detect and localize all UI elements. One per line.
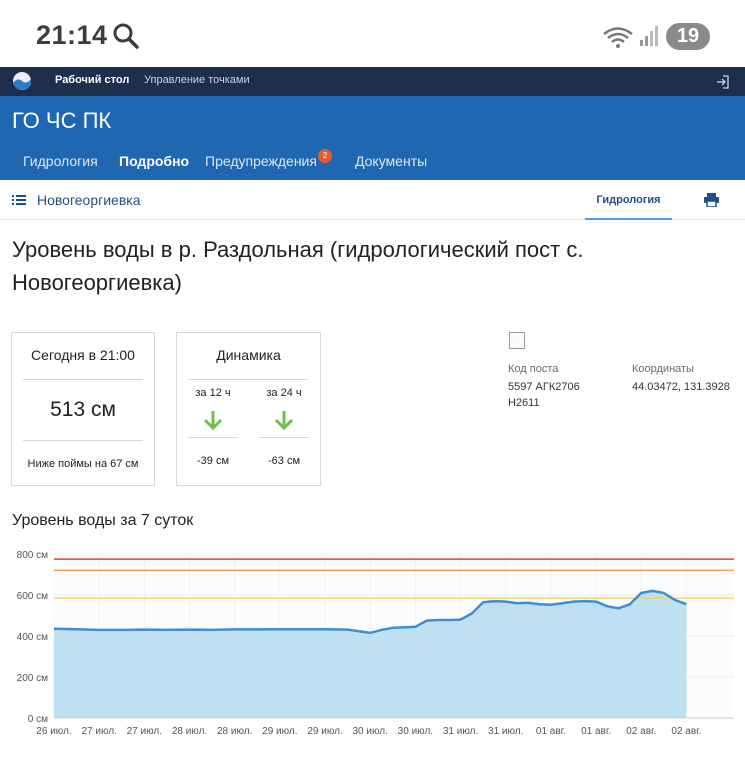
x-tick-label: 28 июл. <box>217 726 252 737</box>
divider <box>23 379 143 380</box>
page-title: Уровень воды в р. Раздольная (гидрологич… <box>12 237 584 295</box>
y-tick-label: 200 см <box>17 673 48 684</box>
y-tick-label: 400 см <box>17 632 48 643</box>
station-bar: Новогеоргиевка Гидрология <box>0 180 745 220</box>
nav-points-link[interactable]: Управление точками <box>144 74 250 86</box>
station-name[interactable]: Новогеоргиевка <box>37 192 141 208</box>
dynamics-heading: Динамика <box>216 347 281 363</box>
divider <box>188 379 308 380</box>
logo-icon[interactable] <box>12 71 32 91</box>
y-tick-label: 800 см <box>17 550 48 561</box>
x-tick-label: 01 авг. <box>581 726 611 737</box>
arrow-down-icon <box>274 411 294 431</box>
tab-warnings[interactable]: Предупреждения <box>205 153 317 169</box>
dynamics-24h-label: за 24 ч <box>266 387 302 399</box>
status-bar: 21:14 19 <box>0 0 745 67</box>
coordinates-label: Координаты <box>632 363 694 375</box>
x-tick-label: 29 июл. <box>307 726 342 737</box>
print-icon[interactable] <box>704 193 719 207</box>
logout-icon[interactable] <box>716 75 730 89</box>
x-tick-label: 02 авг. <box>626 726 656 737</box>
post-code-label: Код поста <box>508 363 559 375</box>
post-code-value: 5597 АГК2706 Н2611 <box>508 379 580 411</box>
signal-icon <box>640 26 658 46</box>
list-icon[interactable] <box>12 194 26 206</box>
current-level-value: 513 см <box>50 398 116 421</box>
x-tick-label: 01 авг. <box>536 726 566 737</box>
battery-indicator: 19 <box>666 23 710 50</box>
dynamics-card: Динамика за 12 ч за 24 ч -39 см -63 см <box>176 332 321 486</box>
arrow-down-icon <box>203 411 223 431</box>
search-icon[interactable] <box>112 22 140 50</box>
x-tick-label: 30 июл. <box>398 726 433 737</box>
x-tick-label: 26 июл. <box>36 726 71 737</box>
top-bar: Рабочий стол Управление точками <box>0 67 745 96</box>
post-code-line2: Н2611 <box>508 397 540 409</box>
dynamics-12h-value: -39 см <box>196 455 230 467</box>
divider <box>259 437 309 438</box>
post-code-line1: 5597 АГК2706 <box>508 381 580 393</box>
divider <box>23 440 143 441</box>
x-tick-label: 28 июл. <box>172 726 207 737</box>
x-tick-label: 31 июл. <box>488 726 523 737</box>
tab-details[interactable]: Подробно <box>119 153 189 169</box>
nav-desktop-link[interactable]: Рабочий стол <box>55 74 129 86</box>
chart-title: Уровень воды за 7 суток <box>12 512 194 529</box>
y-tick-label: 600 см <box>17 591 48 602</box>
x-tick-label: 29 июл. <box>262 726 297 737</box>
today-heading: Сегодня в 21:00 <box>31 347 135 363</box>
app-title: ГО ЧС ПК <box>12 108 112 133</box>
tab-documents[interactable]: Документы <box>355 153 427 169</box>
x-tick-label: 02 авг. <box>671 726 701 737</box>
today-level-card: Сегодня в 21:00 513 см Ниже поймы на 67 … <box>11 332 155 486</box>
broken-image-icon <box>509 332 525 349</box>
app-header: ГО ЧС ПК Гидрология Подробно Предупрежде… <box>0 96 745 180</box>
dynamics-12h-label: за 12 ч <box>195 387 231 399</box>
floodplain-note: Ниже поймы на 67 см <box>27 458 139 470</box>
divider <box>188 437 238 438</box>
tab-hydrology[interactable]: Гидрология <box>23 153 98 169</box>
x-tick-label: 30 июл. <box>353 726 388 737</box>
x-tick-label: 31 июл. <box>443 726 478 737</box>
water-level-chart: 0 см 200 см 400 см 600 см 800 см 26 июл. 27 ию… <box>17 550 734 737</box>
tab-hydrology-active[interactable]: Гидрология <box>585 180 672 220</box>
x-tick-label: 27 июл. <box>81 726 116 737</box>
dynamics-24h-value: -63 см <box>267 455 301 467</box>
status-time: 21:14 <box>36 20 108 50</box>
x-tick-label: 27 июл. <box>127 726 162 737</box>
wifi-icon <box>603 27 633 48</box>
y-tick-label: 0 см <box>28 714 48 725</box>
coordinates-value: 44.03472, 131.3928 <box>632 381 730 393</box>
warnings-count-badge: 2 <box>318 149 332 163</box>
